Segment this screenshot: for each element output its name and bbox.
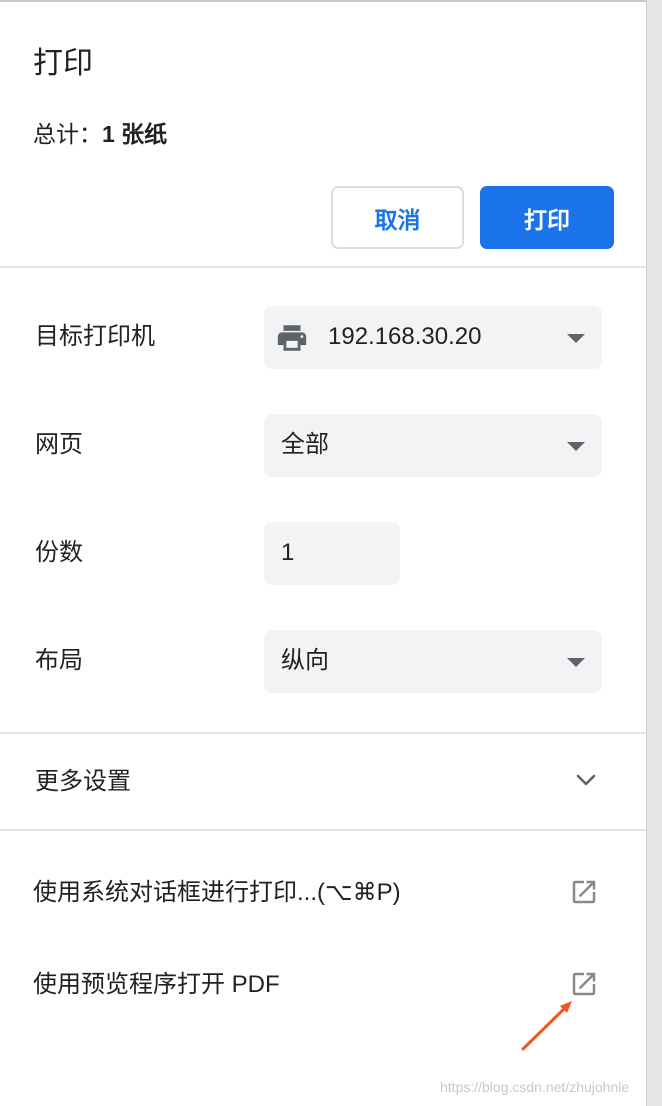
dialog-title: 打印 (33, 47, 93, 80)
watermark: https://blog.csdn.net/zhujohnle (440, 1079, 630, 1095)
system-dialog-label: 使用系统对话框进行打印...(⌥⌘P) (33, 879, 401, 906)
layout-select[interactable]: 纵向 (264, 630, 602, 693)
system-dialog-link[interactable]: 使用系统对话框进行打印...(⌥⌘P) (0, 858, 646, 928)
top-border (0, 0, 646, 2)
copies-label: 份数 (35, 539, 83, 566)
more-settings-toggle[interactable]: 更多设置 (0, 735, 646, 830)
print-dialog: 打印 总计：1 张纸 取消 打印 目标打印机 192.168.30.20 网页 … (0, 0, 662, 1106)
more-settings-label: 更多设置 (35, 768, 131, 795)
summary-count: 1 张纸 (102, 121, 168, 147)
caret-down-icon (567, 334, 585, 343)
scrollbar-track[interactable] (646, 0, 662, 1106)
pages-label: 网页 (35, 431, 83, 458)
destination-label: 目标打印机 (35, 323, 155, 350)
divider (0, 266, 646, 268)
divider (0, 829, 646, 831)
destination-select[interactable]: 192.168.30.20 (264, 306, 602, 369)
layout-value: 纵向 (281, 647, 329, 674)
copies-value: 1 (281, 539, 295, 566)
print-button[interactable]: 打印 (480, 186, 614, 249)
annotation-arrow-icon (521, 1001, 572, 1051)
summary-prefix: 总计： (33, 121, 102, 147)
pages-select[interactable]: 全部 (264, 414, 602, 477)
cancel-button[interactable]: 取消 (331, 186, 464, 249)
divider (0, 732, 646, 734)
sheet-summary: 总计：1 张纸 (33, 118, 167, 150)
open-pdf-preview-label: 使用预览程序打开 PDF (33, 971, 280, 998)
chevron-down-icon (576, 774, 596, 786)
caret-down-icon (567, 442, 585, 451)
open-in-new-icon (572, 880, 596, 904)
open-in-new-icon (572, 972, 596, 996)
destination-value: 192.168.30.20 (328, 323, 482, 350)
layout-label: 布局 (35, 647, 83, 674)
caret-down-icon (567, 658, 585, 667)
printer-icon (277, 325, 307, 351)
copies-input[interactable]: 1 (264, 522, 400, 585)
pages-value: 全部 (281, 431, 329, 458)
